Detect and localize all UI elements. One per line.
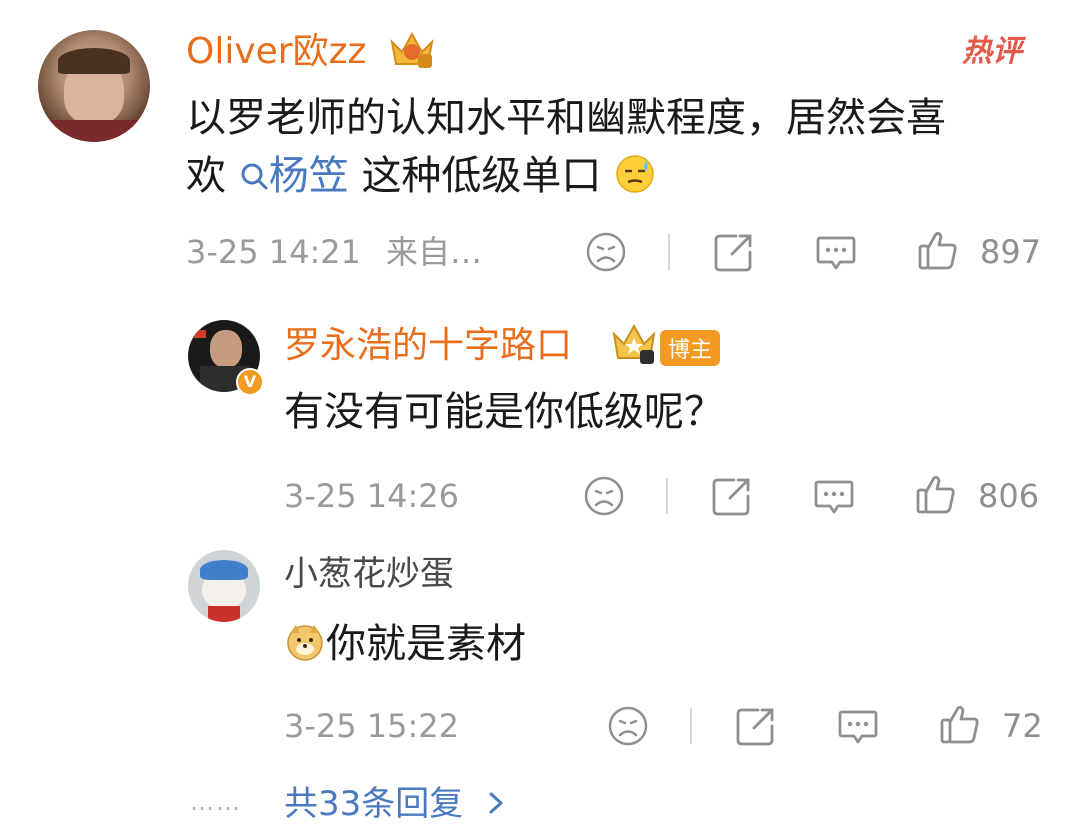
search-icon [241, 163, 268, 190]
like-count: 806 [978, 477, 1040, 515]
reply-text: 你就是素材 [326, 621, 526, 667]
mention-label: 杨笠 [268, 153, 349, 199]
like-icon[interactable] [938, 702, 982, 746]
comment-icon[interactable] [836, 704, 880, 748]
crown-icon [612, 323, 656, 364]
comment-text-pre: 欢 [186, 153, 226, 199]
share-icon[interactable] [712, 230, 756, 274]
divider [668, 234, 670, 270]
like-count: 72 [1002, 707, 1043, 745]
sad-face-icon[interactable] [582, 474, 626, 518]
share-icon[interactable] [734, 704, 778, 748]
comment-text-post: 这种低级单口 [361, 153, 602, 199]
reply-time: 3-25 14:26 [284, 477, 460, 515]
sad-face-icon[interactable] [584, 230, 628, 274]
crown-icon [390, 31, 434, 68]
reply-text: 有没有可能是你低级呢？ [284, 389, 724, 435]
emoji-icon [616, 155, 654, 193]
share-icon[interactable] [710, 474, 754, 518]
reply-author-name[interactable]: 罗永浩的十字路口 [284, 324, 572, 368]
avatar-xiaocong[interactable] [188, 550, 260, 622]
like-icon[interactable] [914, 472, 958, 516]
sad-face-icon[interactable] [606, 704, 650, 748]
comment-author-name[interactable]: Oliver欧zz [186, 30, 366, 74]
like-icon[interactable] [916, 228, 960, 272]
view-more-replies-label: 共33条回复 [284, 784, 464, 824]
comment-text-line1: 以罗老师的认知水平和幽默程度，居然会喜 [186, 95, 946, 141]
divider [666, 478, 668, 514]
doge-emoji-icon [287, 625, 323, 661]
comment-icon[interactable] [812, 474, 856, 518]
reply-author-name[interactable]: 小葱花炒蛋 [284, 552, 454, 596]
view-more-replies-link[interactable]: 共33条回复 [284, 782, 508, 826]
verified-icon: V [236, 368, 264, 396]
divider [690, 708, 692, 744]
comment-time: 3-25 14:21 [186, 233, 362, 271]
comment-source[interactable]: 来自… [386, 232, 482, 272]
hot-comment-tag: 热评 [962, 34, 1022, 69]
like-count: 897 [980, 233, 1042, 271]
chevron-right-icon [489, 792, 503, 814]
author-role-badge: 博主 [660, 330, 721, 366]
comment-text-line2: 欢 杨笠 这种低级单口 [186, 150, 656, 202]
reply-text-line: 你就是素材 [284, 618, 526, 670]
avatar-oliver[interactable] [38, 30, 150, 142]
mention-link[interactable]: 杨笠 [239, 153, 362, 199]
comment-icon[interactable] [814, 230, 858, 274]
more-dots: …… [190, 788, 242, 816]
reply-time: 3-25 15:22 [284, 707, 460, 745]
